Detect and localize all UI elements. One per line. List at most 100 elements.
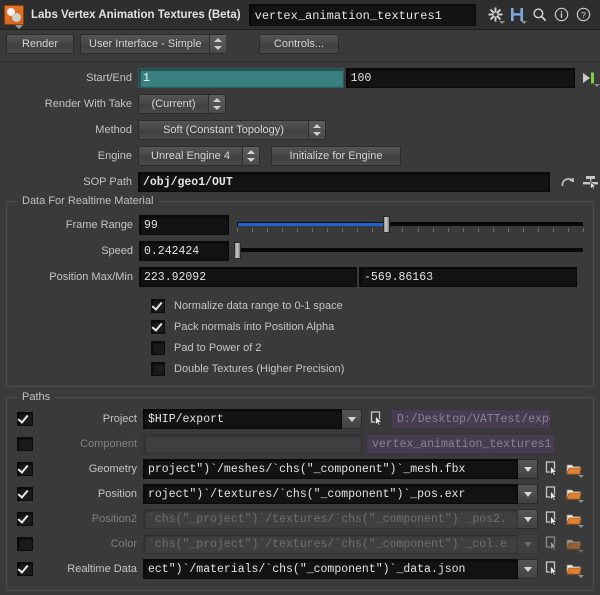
checkbox-project[interactable] [17, 411, 33, 426]
option-row: Normalize data range to 0-1 space [151, 295, 593, 316]
chevron-down-icon[interactable] [518, 558, 538, 579]
node-name-input[interactable]: vertex_animation_textures1 [248, 3, 476, 26]
component-label: Component [80, 437, 137, 450]
option-row: Pack normals into Position Alpha [151, 316, 593, 337]
checkbox-double-textures[interactable] [151, 361, 165, 376]
position2-input[interactable]: `chs("_project")`/textures/`chs("_compon… [143, 508, 518, 529]
open-folder-icon[interactable] [564, 509, 584, 529]
slider-ticks [237, 254, 583, 258]
color-label: Color [110, 537, 137, 550]
node-picker-icon[interactable] [542, 559, 562, 579]
slider-fill [238, 223, 387, 226]
realtime-material-options: Normalize data range to 0-1 space Pack n… [7, 290, 593, 379]
paths-group: Paths Project $HIP/export D:/Desktop/VAT… [6, 391, 594, 591]
chevron-updown-icon [308, 121, 325, 139]
start-frame-input[interactable]: 1 [138, 68, 344, 88]
open-folder-icon[interactable] [564, 484, 584, 504]
checkbox-normalize-data-range[interactable] [151, 298, 165, 313]
param-row-start-end: Start/End 1 100 [0, 65, 600, 91]
render-button[interactable]: Render [6, 34, 74, 54]
frame-range-label: Frame Range [65, 219, 133, 231]
param-row-frame-range: Frame Range 99 [7, 212, 593, 238]
start-end-label: Start/End [86, 72, 132, 84]
geometry-input[interactable]: project")`/meshes/`chs("_component")`_me… [143, 458, 518, 479]
checkbox-geometry[interactable] [17, 461, 33, 476]
open-folder-icon[interactable] [564, 559, 584, 579]
project-input[interactable]: $HIP/export [143, 408, 342, 429]
option-row: Double Textures (Higher Precision) [151, 358, 593, 379]
method-dropdown[interactable]: Soft (Constant Topology) [138, 120, 326, 140]
sop-path-label: SOP Path [83, 176, 132, 188]
checkbox-realtime-data[interactable] [17, 561, 33, 576]
speed-slider[interactable] [234, 241, 583, 261]
chevron-down-icon[interactable] [518, 483, 538, 504]
frame-range-input[interactable]: 99 [139, 215, 229, 235]
open-folder-icon[interactable] [564, 534, 584, 554]
checkbox-component[interactable] [17, 436, 33, 451]
checkbox-pack-normals[interactable] [151, 319, 165, 334]
chevron-updown-icon [242, 147, 259, 165]
slider-track [237, 248, 583, 252]
render-with-take-label: Render With Take [44, 98, 132, 110]
engine-dropdown[interactable]: Unreal Engine 4 [138, 146, 260, 166]
gear-icon[interactable] [484, 3, 506, 27]
slider-ticks [237, 228, 584, 232]
position-max-input[interactable]: 223.92092 [139, 267, 357, 287]
path-row-geometry: Geometry project")`/meshes/`chs("_compon… [7, 456, 593, 481]
info-icon[interactable] [550, 3, 572, 27]
render-with-take-dropdown[interactable]: (Current) [138, 94, 226, 114]
end-frame-input[interactable]: 100 [345, 68, 575, 88]
search-icon[interactable] [528, 3, 550, 27]
vat-node-icon [4, 4, 24, 29]
engine-label: Engine [97, 150, 132, 162]
help-icon[interactable]: ? [572, 3, 594, 27]
position2-label: Position2 [91, 512, 137, 525]
chevron-down-icon[interactable] [342, 408, 362, 429]
reload-icon[interactable] [558, 172, 578, 192]
interface-mode-label: User Interface - Simple [89, 38, 202, 50]
slider-handle[interactable] [382, 216, 390, 233]
param-row-position-max-min: Position Max/Min 223.92092 -569.86163 [7, 264, 593, 290]
interface-mode-dropdown[interactable]: User Interface - Simple [80, 34, 227, 54]
position-input[interactable]: roject")`/textures/`chs("_component")`_p… [143, 483, 518, 504]
checkbox-position2[interactable] [17, 511, 33, 526]
node-title-bar: Labs Vertex Animation Textures (Beta) ve… [0, 0, 600, 30]
houdini-h-icon[interactable] [506, 3, 528, 27]
chevron-down-icon[interactable] [518, 508, 538, 529]
node-picker-icon[interactable] [542, 534, 562, 554]
geometry-label: Geometry [88, 462, 137, 475]
option-label: Pad to Power of 2 [174, 341, 262, 354]
engine-value: Unreal Engine 4 [151, 150, 230, 162]
speed-input[interactable]: 0.242424 [139, 241, 229, 261]
position-label: Position [97, 487, 137, 500]
component-expression-preview: vertex_animation_textures1 [366, 433, 555, 454]
node-picker-icon[interactable] [542, 484, 562, 504]
position-min-input[interactable]: -569.86163 [359, 267, 577, 287]
controls-button[interactable]: Controls... [259, 34, 339, 54]
path-row-project: Project $HIP/export D:/Desktop/VATTest/e… [7, 406, 593, 431]
initialize-for-engine-button[interactable]: Initialize for Engine [271, 146, 401, 166]
checkbox-position[interactable] [17, 486, 33, 501]
node-picker-icon[interactable] [580, 172, 600, 192]
paths-group-title: Paths [17, 391, 56, 403]
node-picker-icon[interactable] [542, 509, 562, 529]
slider-handle[interactable] [234, 242, 241, 259]
checkbox-pad-to-power-of-2[interactable] [151, 340, 165, 355]
param-row-engine: Engine Unreal Engine 4 Initialize for En… [0, 143, 600, 169]
realtime-data-input[interactable]: ect")`/materials/`chs("_component")`_dat… [143, 558, 518, 579]
open-folder-icon[interactable] [564, 459, 584, 479]
chevron-down-icon[interactable] [518, 533, 538, 554]
set-range-to-playbar-icon[interactable] [580, 68, 600, 88]
svg-text:?: ? [581, 10, 586, 20]
sop-path-input[interactable]: /obj/geo1/OUT [138, 172, 550, 192]
component-input[interactable] [143, 433, 362, 454]
node-picker-icon[interactable] [367, 409, 387, 429]
chevron-down-icon[interactable] [518, 458, 538, 479]
path-row-position2: Position2 `chs("_project")`/textures/`ch… [7, 506, 593, 531]
frame-range-slider[interactable] [237, 215, 584, 235]
color-input[interactable]: `chs("_project")`/textures/`chs("_compon… [143, 533, 518, 554]
node-picker-icon[interactable] [542, 459, 562, 479]
speed-label: Speed [101, 245, 133, 257]
checkbox-color[interactable] [17, 536, 33, 551]
path-row-position: Position roject")`/textures/`chs("_compo… [7, 481, 593, 506]
